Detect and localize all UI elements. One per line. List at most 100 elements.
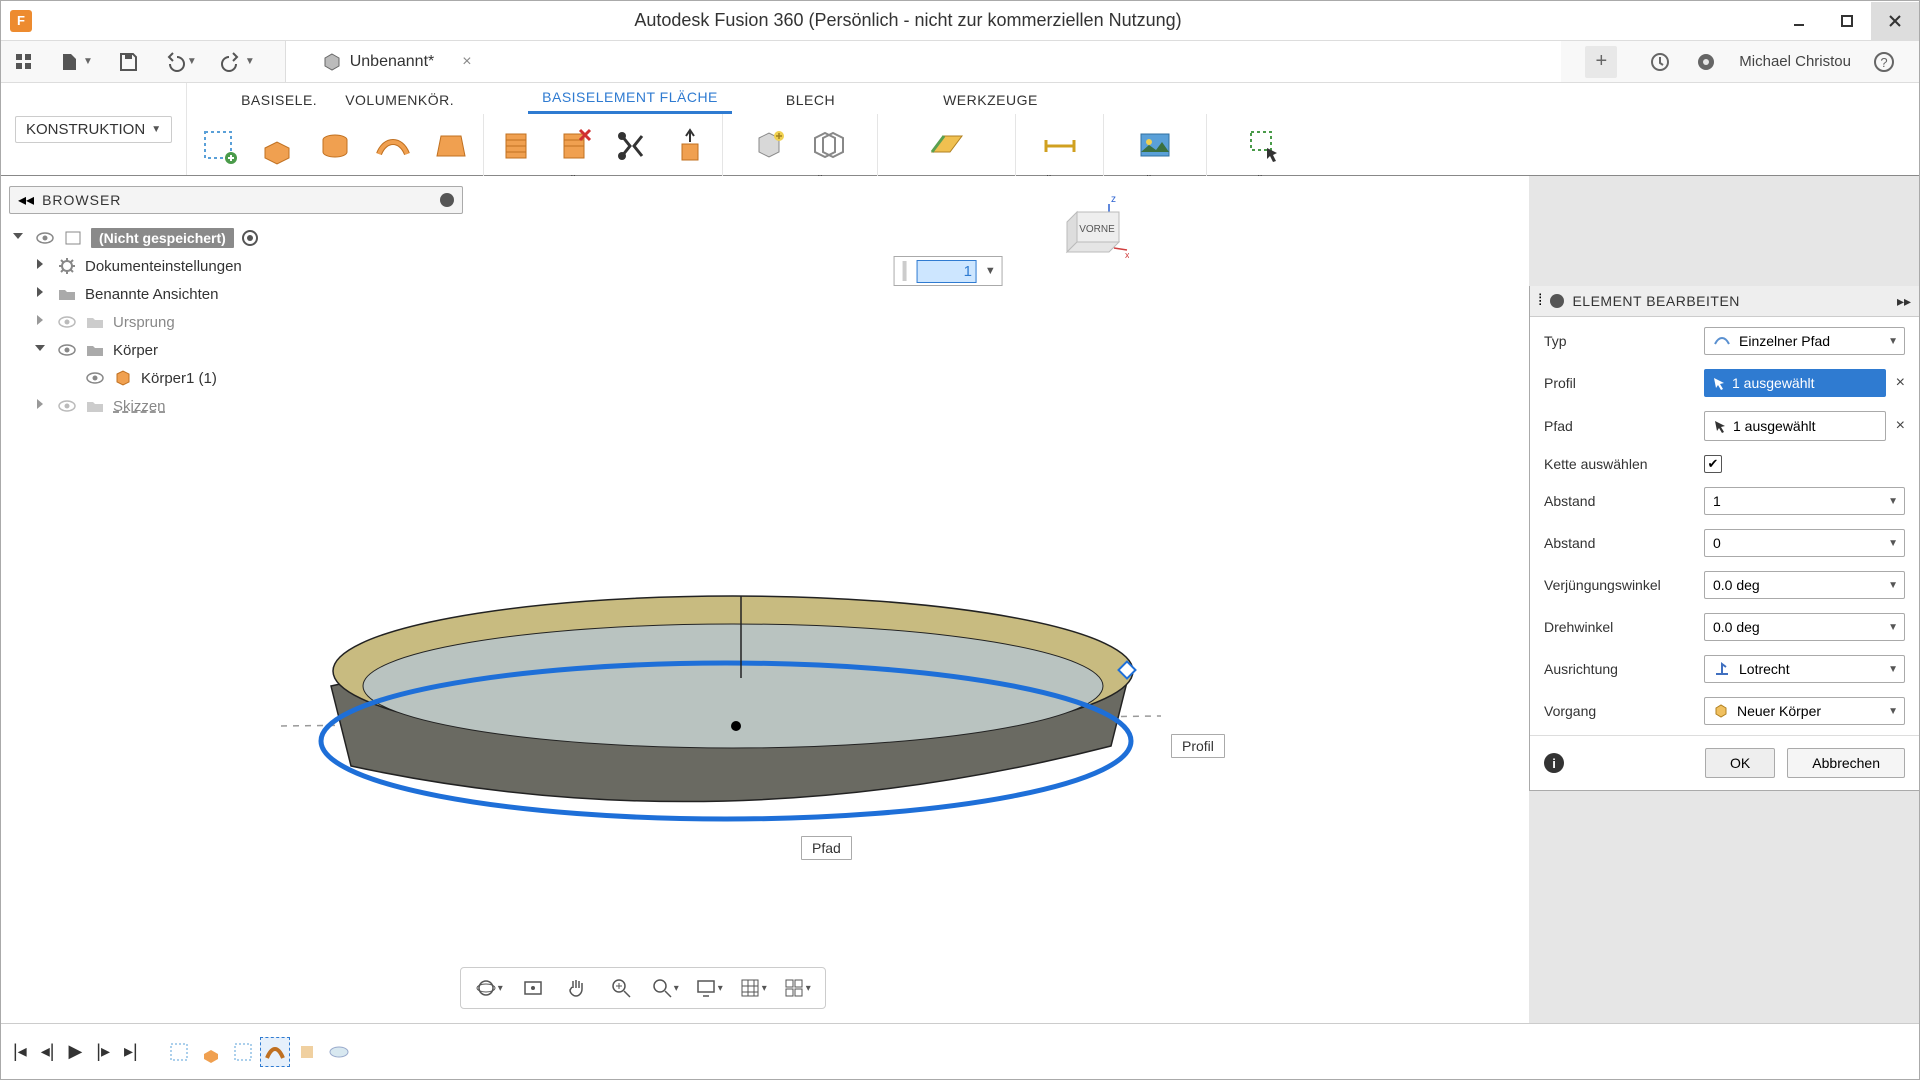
join-icon-1[interactable] (749, 124, 793, 168)
dropdown-icon[interactable]: ▼ (981, 265, 1000, 277)
look-at-icon[interactable] (519, 974, 547, 1002)
input-winkel[interactable]: 0.0 deg▼ (1704, 571, 1905, 599)
info-icon[interactable]: i (1544, 753, 1564, 773)
expand-icon[interactable] (33, 257, 49, 275)
select-typ[interactable]: Einzelner Pfad▼ (1704, 327, 1905, 355)
handle-icon[interactable] (897, 259, 913, 283)
timeline-first-button[interactable]: |◂ (13, 1041, 27, 1062)
timeline-feature-extrude[interactable] (196, 1037, 226, 1067)
visibility-icon[interactable] (57, 340, 77, 360)
zoom-window-icon[interactable]: ▾ (651, 974, 679, 1002)
viewcube[interactable]: z VORNE x (1059, 190, 1129, 260)
save-button[interactable] (113, 47, 143, 77)
collapse-icon[interactable] (33, 341, 49, 359)
timeline-prev-button[interactable]: ◂| (41, 1041, 55, 1062)
create-sketch-icon[interactable] (197, 124, 241, 168)
tree-sketches[interactable]: Skizzen (5, 392, 467, 420)
activate-icon[interactable] (242, 230, 258, 246)
viewport-layout-icon[interactable]: ▾ (783, 974, 811, 1002)
minimize-button[interactable] (1775, 2, 1823, 40)
select-ausrichtung[interactable]: Lotrecht▼ (1704, 655, 1905, 683)
tree-doc-settings[interactable]: Dokumenteinstellungen (5, 252, 467, 280)
extensions-icon[interactable] (1647, 49, 1673, 75)
select-vorgang[interactable]: Neuer Körper▼ (1704, 697, 1905, 725)
ribbon-tab-blech[interactable]: BLECH (772, 86, 849, 114)
data-panel-button[interactable] (9, 47, 39, 77)
zoom-icon[interactable] (607, 974, 635, 1002)
file-menu[interactable]: ▼ (55, 47, 97, 77)
timeline-feature-sketch[interactable] (164, 1037, 194, 1067)
clear-pfad-button[interactable]: × (1896, 417, 1905, 435)
visibility-icon[interactable] (57, 396, 77, 416)
timeline-next-button[interactable]: |▸ (96, 1041, 110, 1062)
extrude-icon[interactable] (255, 124, 299, 168)
body-icon (113, 368, 133, 388)
undo-button[interactable]: ▼ (159, 47, 201, 77)
panel-drag-icon[interactable]: ⁞ (1538, 292, 1542, 310)
maximize-button[interactable] (1823, 2, 1871, 40)
tree-bodies[interactable]: Körper (5, 336, 467, 364)
split-icon[interactable] (610, 124, 654, 168)
clear-profil-button[interactable]: × (1896, 374, 1905, 392)
chip-profil[interactable]: 1 ausgewählt (1704, 369, 1886, 397)
document-tab[interactable]: Unbenannt* × (306, 41, 488, 82)
select-icon[interactable] (1243, 124, 1287, 168)
input-dreh[interactable]: 0.0 deg▼ (1704, 613, 1905, 641)
sweep-icon[interactable] (371, 124, 415, 168)
browser-collapse-icon[interactable]: ◂◂ (18, 190, 34, 210)
tree-named-views[interactable]: Benannte Ansichten (5, 280, 467, 308)
close-button[interactable] (1871, 2, 1919, 40)
input-abstand1[interactable]: 1▼ (1704, 487, 1905, 515)
visibility-icon[interactable] (57, 312, 77, 332)
cancel-button[interactable]: Abbrechen (1787, 748, 1905, 778)
redo-button[interactable]: ▼ (217, 47, 259, 77)
plane-icon[interactable] (924, 124, 968, 168)
grid-settings-icon[interactable]: ▾ (739, 974, 767, 1002)
modify-icon-2[interactable] (552, 124, 596, 168)
insert-image-icon[interactable] (1133, 124, 1177, 168)
ribbon-tab-basisele[interactable]: BASISELE. (227, 86, 331, 114)
timeline-feature-next[interactable] (324, 1037, 354, 1067)
help-icon[interactable]: ? (1871, 49, 1897, 75)
job-status-icon[interactable] (1693, 49, 1719, 75)
floating-input-field[interactable] (917, 260, 977, 283)
tree-origin[interactable]: Ursprung (5, 308, 467, 336)
tree-body1[interactable]: Körper1 (1) (5, 364, 467, 392)
join-icon-2[interactable] (807, 124, 851, 168)
user-name[interactable]: Michael Christou (1739, 53, 1851, 70)
measure-icon[interactable] (1038, 124, 1082, 168)
browser-settings-icon[interactable] (440, 193, 454, 207)
ok-button[interactable]: OK (1705, 748, 1775, 778)
ribbon-tab-werkzeuge[interactable]: WERKZEUGE (929, 86, 1052, 114)
loft-icon[interactable] (429, 124, 473, 168)
visibility-icon[interactable] (35, 228, 55, 248)
expand-icon[interactable] (33, 313, 49, 331)
collapse-icon[interactable] (11, 229, 27, 247)
new-tab-button[interactable]: + (1585, 46, 1617, 78)
move-icon[interactable] (668, 124, 712, 168)
konstruktion-button[interactable]: KONSTRUKTION▼ (15, 116, 172, 143)
timeline-last-button[interactable]: ▸| (124, 1041, 138, 1062)
visibility-icon[interactable] (85, 368, 105, 388)
pan-icon[interactable] (563, 974, 591, 1002)
close-tab-icon[interactable]: × (462, 53, 471, 71)
chip-pfad[interactable]: 1 ausgewählt (1704, 411, 1886, 441)
ribbon-tab-basiselement-flaeche[interactable]: BASISELEMENT FLÄCHE (528, 83, 732, 114)
revolve-icon[interactable] (313, 124, 357, 168)
timeline-feature-body[interactable] (292, 1037, 322, 1067)
timeline-feature-sweep[interactable] (260, 1037, 290, 1067)
browser-header[interactable]: ◂◂ BROWSER (9, 186, 463, 214)
modify-icon-1[interactable] (494, 124, 538, 168)
panel-expand-icon[interactable]: ▸▸ (1897, 293, 1911, 310)
timeline-play-button[interactable]: ▶ (68, 1041, 82, 1062)
ribbon-tab-volumen[interactable]: VOLUMENKÖR. (331, 86, 468, 114)
display-settings-icon[interactable]: ▾ (695, 974, 723, 1002)
expand-icon[interactable] (33, 397, 49, 415)
input-abstand2[interactable]: 0▼ (1704, 529, 1905, 557)
orbit-icon[interactable]: ▾ (475, 974, 503, 1002)
expand-icon[interactable] (33, 285, 49, 303)
floating-input[interactable]: ▼ (894, 256, 1003, 286)
tree-root[interactable]: (Nicht gespeichert) (5, 224, 467, 252)
timeline-feature-sketch2[interactable] (228, 1037, 258, 1067)
checkbox-kette[interactable]: ✔ (1704, 455, 1722, 473)
